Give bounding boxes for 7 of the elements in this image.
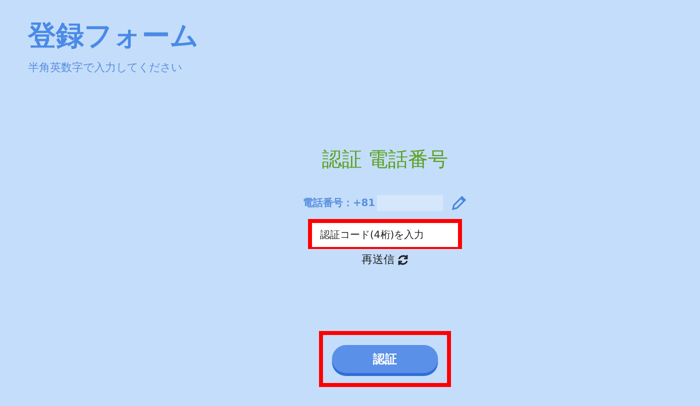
- page-title: 登録フォーム: [28, 18, 200, 54]
- pencil-icon[interactable]: [451, 195, 468, 211]
- form-heading: 認証 電話番号: [322, 146, 448, 173]
- resend-link[interactable]: 再送信: [362, 252, 394, 267]
- page-subtitle: 半角英数字で入力してください: [28, 60, 183, 75]
- phone-label: 電話番号：+81: [302, 196, 376, 210]
- refresh-icon[interactable]: [396, 254, 408, 266]
